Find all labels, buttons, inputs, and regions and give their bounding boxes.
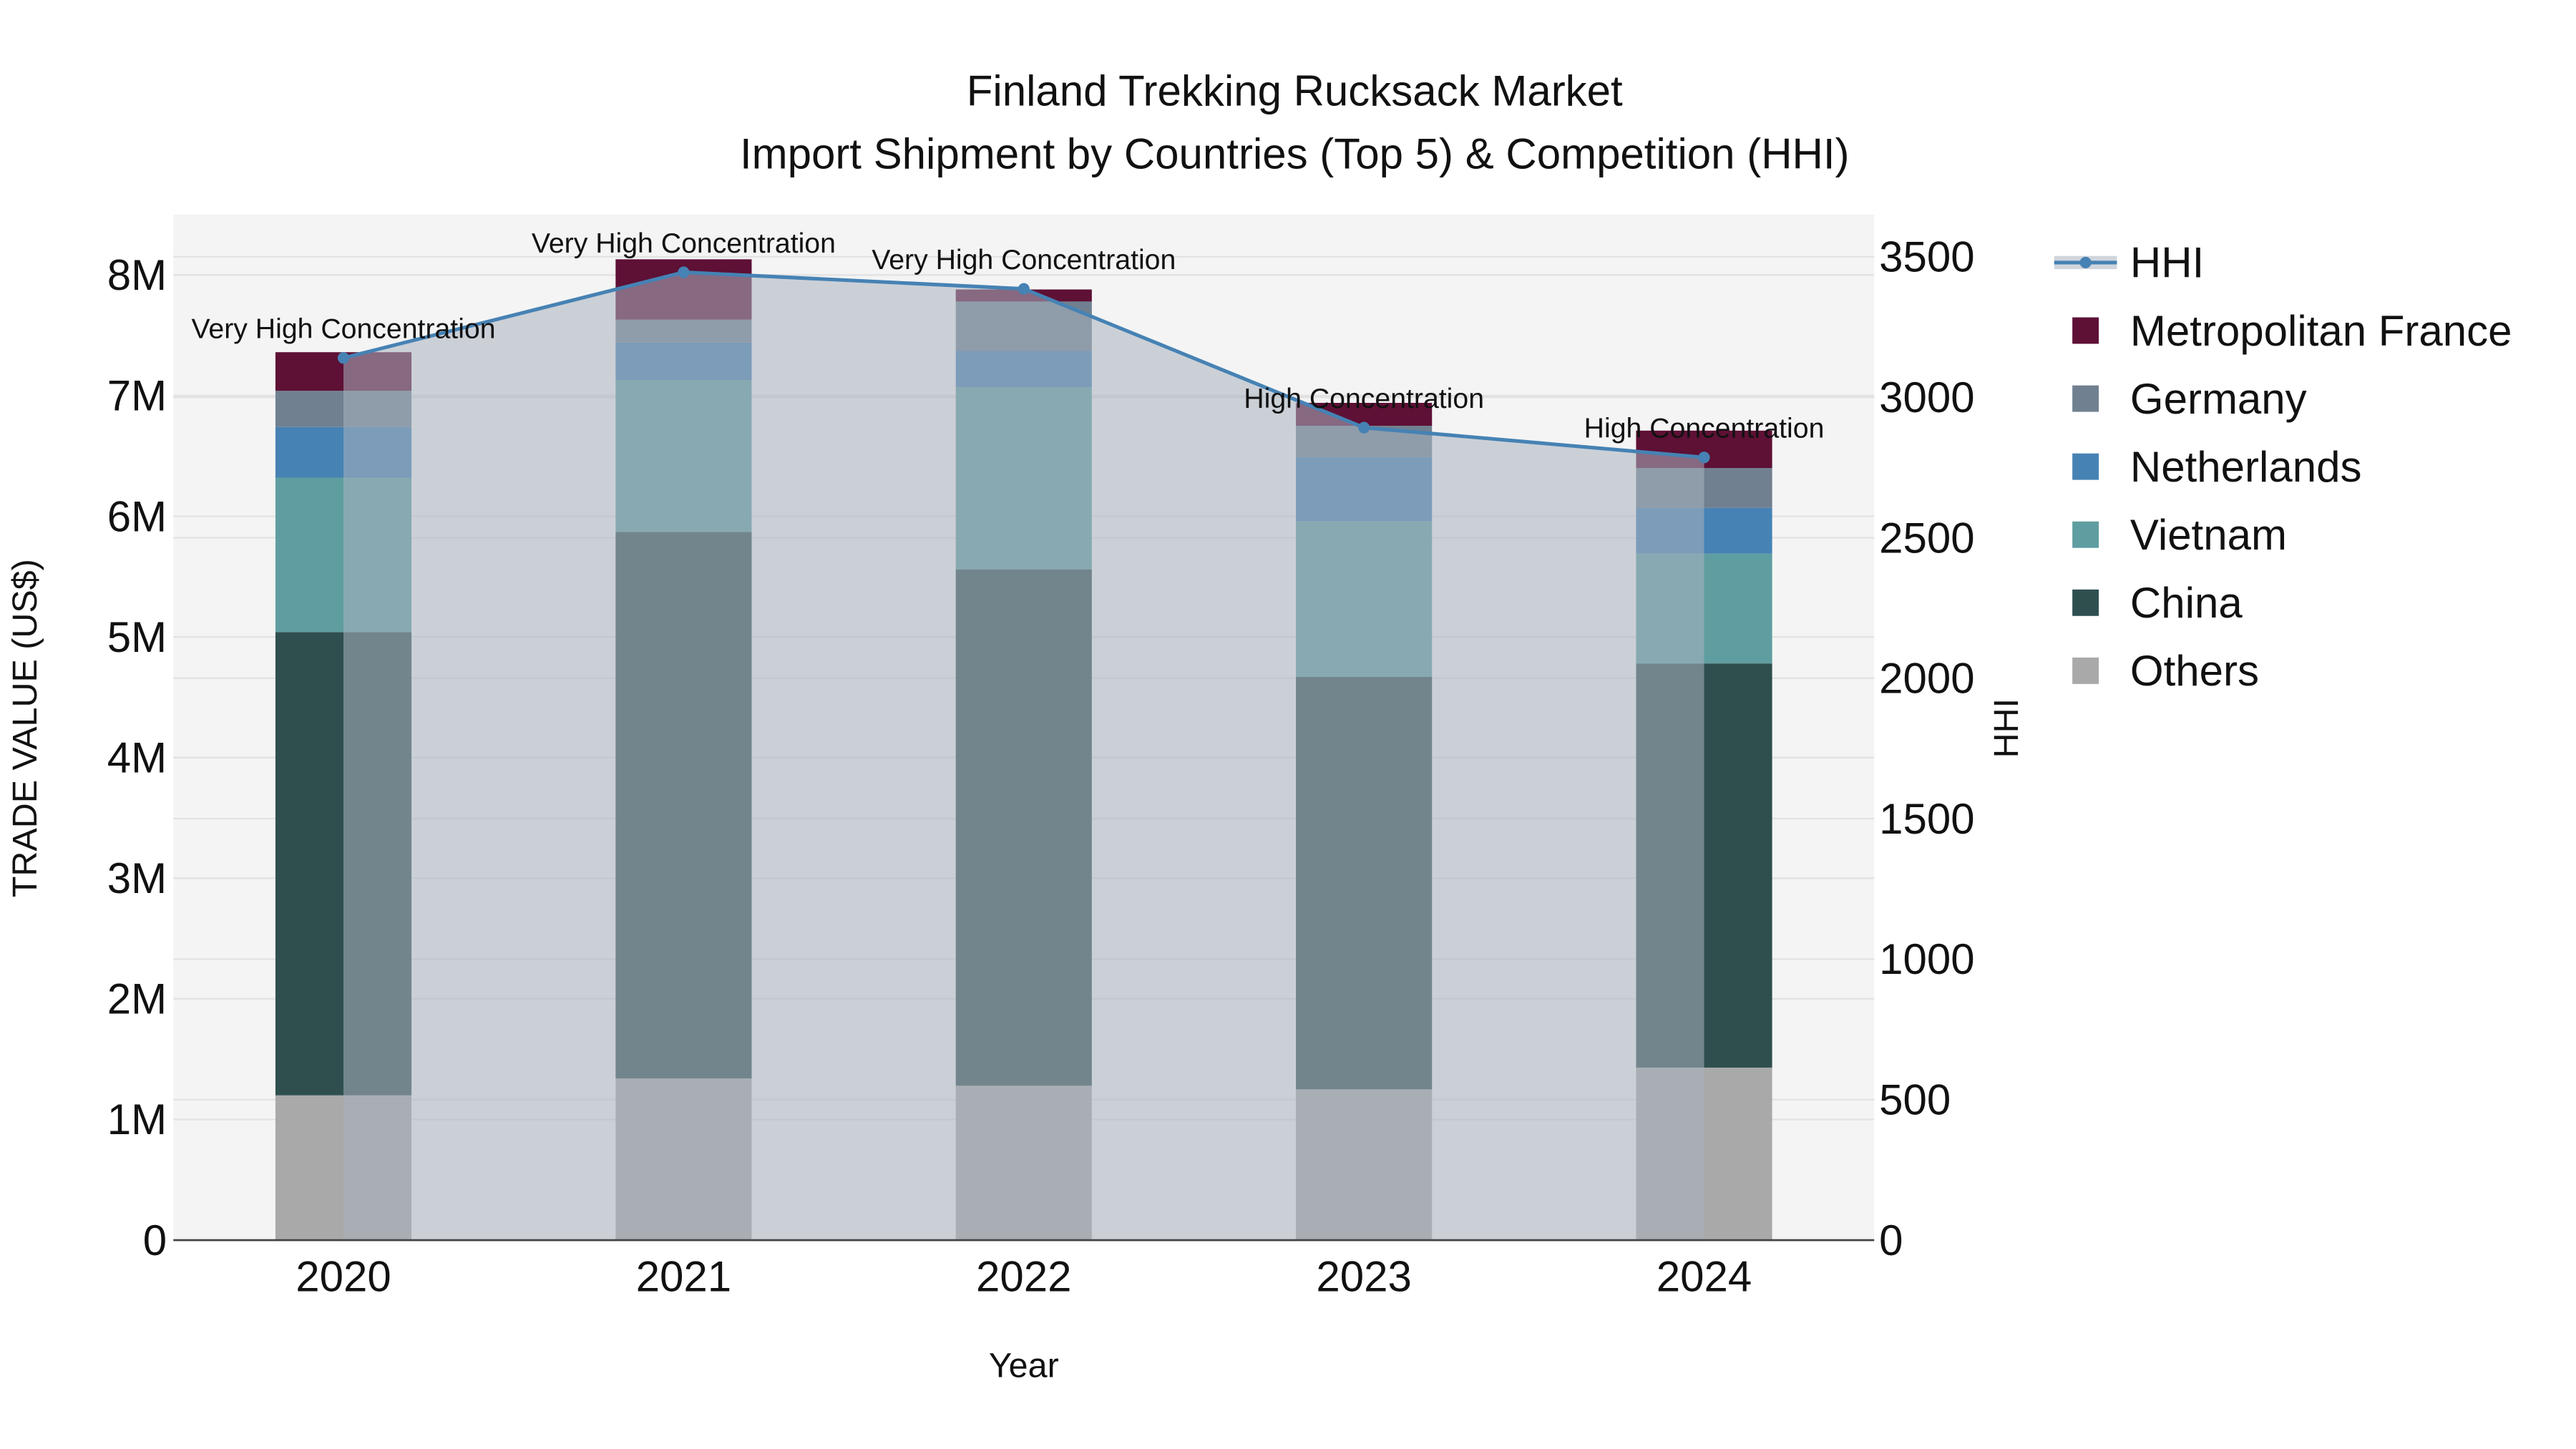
y2-axis-title: HHI [1987,698,2026,758]
y-tick-label: 8M [107,251,167,299]
chart: Very High Concentration Very High Concent… [6,67,2512,1385]
legend-label: Others [2130,647,2259,695]
hhi-annotation: Very High Concentration [532,228,836,259]
y-tick-label: 5M [107,613,167,661]
hhi-point [1018,283,1030,295]
legend-swatch [2072,385,2099,412]
hhi-annotation: Very High Concentration [191,313,495,345]
legend-label: Metropolitan France [2130,307,2512,355]
y2-tick-label: 500 [1879,1076,1951,1124]
y2-tick-label: 0 [1879,1216,1903,1264]
y2-tick-label: 1000 [1879,935,1974,983]
x-tick-label: 2024 [1657,1253,1752,1301]
y2-tick-label: 2000 [1879,655,1974,703]
legend-label: HHI [2130,239,2204,287]
y2-tick-label: 1500 [1879,795,1974,843]
legend-label: Netherlands [2130,443,2362,491]
legend-label: China [2130,579,2243,627]
y2-axis-ticks: 0 500 1000 1500 2000 2500 3000 3500 [1879,233,1974,1264]
hhi-annotation: High Concentration [1244,383,1484,414]
legend-swatch [2072,657,2099,684]
legend-swatch [2072,589,2099,616]
legend-item: Netherlands [2072,443,2361,491]
y-tick-label: 1M [107,1096,167,1143]
x-tick-label: 2020 [296,1253,391,1301]
y-tick-label: 7M [107,372,167,420]
hhi-point [337,352,350,364]
y-tick-label: 0 [143,1216,167,1264]
legend-label: Germany [2130,375,2307,423]
chart-subtitle: Import Shipment by Countries (Top 5) & C… [740,130,1850,177]
y-axis-title: TRADE VALUE (US$) [6,559,44,897]
legend-item: Metropolitan France [2072,307,2512,355]
y-tick-label: 3M [107,854,167,902]
hhi-point [678,266,690,278]
y2-tick-label: 3500 [1879,233,1974,281]
legend-swatch [2072,317,2099,344]
chart-title: Finland Trekking Rucksack Market [967,67,1623,115]
y2-tick-label: 2500 [1879,514,1974,562]
legend: HHI Metropolitan France Germany Netherlands… [2054,239,2512,695]
x-tick-label: 2022 [976,1253,1071,1301]
hhi-annotation: Very High Concentration [872,244,1176,275]
y-axis-ticks: 0 1M 2M 3M 4M 5M 6M 7M 8M [107,251,167,1264]
y2-tick-label: 3000 [1879,374,1974,421]
hhi-point [1698,452,1710,464]
x-axis-ticks: 2020 2021 2022 2023 2024 [296,1253,1752,1301]
hhi-annotation: High Concentration [1584,413,1825,444]
legend-swatch [2072,521,2099,548]
legend-item: HHI [2054,239,2204,287]
y-tick-label: 4M [107,733,167,781]
legend-item: Vietnam [2072,511,2287,559]
legend-swatch [2072,453,2099,480]
y-tick-label: 2M [107,975,167,1023]
hhi-point [1358,421,1370,434]
x-tick-label: 2023 [1316,1253,1411,1301]
legend-label: Vietnam [2130,511,2287,559]
x-axis-title: Year [989,1347,1059,1385]
legend-item: China [2072,579,2243,627]
legend-swatch-marker [2079,256,2092,268]
legend-item: Germany [2072,375,2307,423]
legend-item: Others [2072,647,2259,695]
x-tick-label: 2021 [636,1253,731,1301]
y-tick-label: 6M [107,492,167,540]
